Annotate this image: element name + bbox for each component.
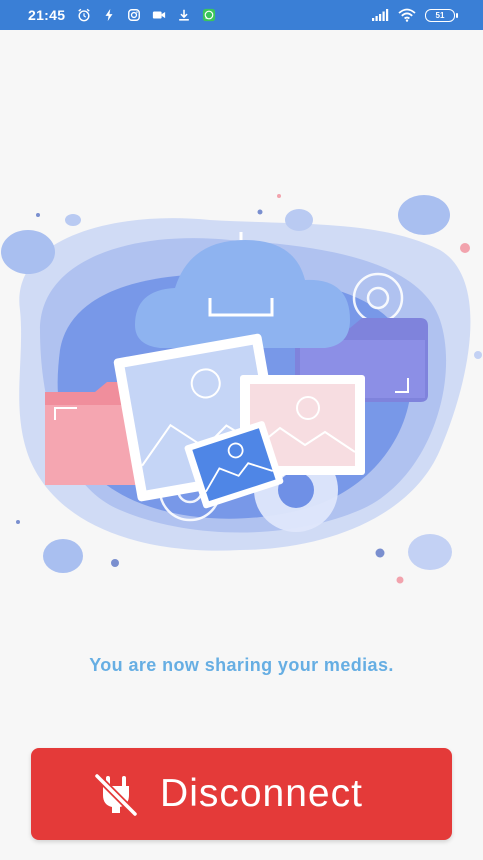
whatsapp-icon <box>203 8 216 22</box>
status-time: 21:45 <box>28 7 66 23</box>
disconnect-button[interactable]: Disconnect <box>31 748 452 840</box>
video-icon <box>153 11 166 19</box>
alarm-icon <box>78 8 90 22</box>
download-icon <box>179 9 190 21</box>
instagram-icon <box>128 9 141 21</box>
plug-off-icon <box>93 772 139 818</box>
wifi-icon <box>398 8 416 22</box>
battery-icon: 51 <box>425 8 458 22</box>
status-bar: 21:45 51 <box>0 0 483 30</box>
status-bar-right: 51 <box>371 8 458 22</box>
disconnect-label: Disconnect <box>160 772 363 815</box>
sharing-status-message: You are now sharing your medias. <box>89 655 394 675</box>
signal-icon <box>372 9 389 21</box>
media-sharing-illustration <box>1 194 482 584</box>
status-bar-left: 21:45 <box>28 7 217 23</box>
flash-icon <box>105 8 113 22</box>
battery-level: 51 <box>435 10 445 20</box>
